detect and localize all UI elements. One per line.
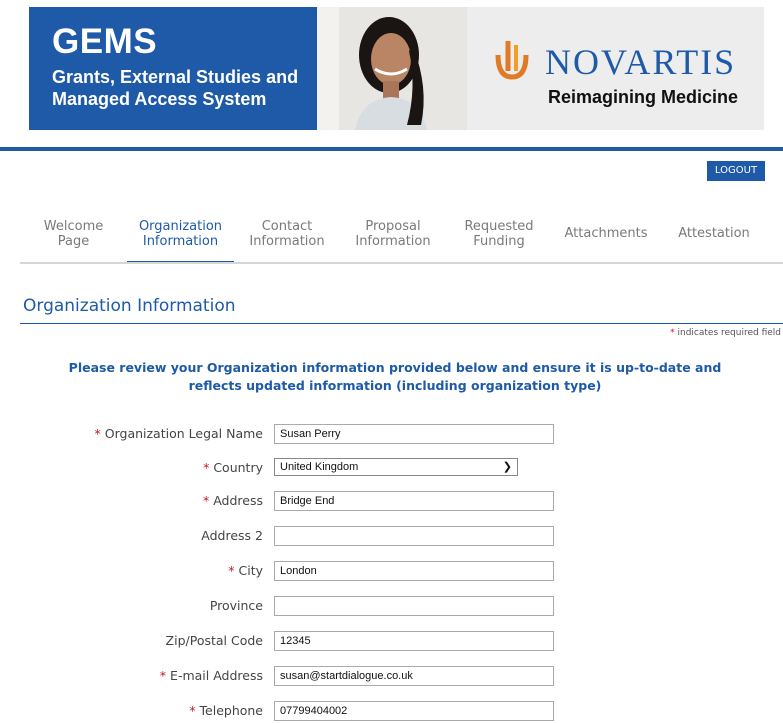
label-text: Telephone [199,703,263,718]
tab-welcome-page[interactable]: Welcome Page [20,205,127,262]
label-text: Country [213,460,263,475]
required-star: * [202,493,210,508]
required-note-text: indicates required field [677,328,782,338]
section-title: Organization Information [23,296,236,316]
brand-name: NOVARTIS [545,42,737,82]
tab-label: Attachments [564,226,648,241]
required-star: * [203,460,210,475]
province-label: Province [209,598,263,613]
zip-input[interactable]: 12345 [274,631,554,651]
novartis-logo-icon [495,41,529,80]
tab-attestation[interactable]: Attestation [660,205,768,262]
tab-label: Contact Information [249,218,325,249]
section-divider [20,323,783,324]
logout-button[interactable]: LOGOUT [707,161,765,181]
tab-label: Proposal Information [355,218,431,249]
form-row-telephone: * Telephone 07799404002 [0,701,783,723]
form-row-address: * Address Bridge End [0,491,783,513]
org-legal-name-input[interactable]: Susan Perry [274,424,554,444]
required-star: * [94,426,101,441]
country-label: * Country [203,460,263,475]
label-text: Address [213,493,263,508]
required-star: * [228,563,235,578]
gems-title: GEMS [52,22,158,61]
telephone-label: * Telephone [189,703,263,718]
address-input[interactable]: Bridge End [274,491,554,511]
zip-label: Zip/Postal Code [165,633,263,648]
label-text: City [238,563,264,578]
brand-tagline: Reimagining Medicine [548,87,739,107]
province-input[interactable] [274,596,554,616]
required-star: * [670,328,675,338]
address-label: * Address [203,493,263,508]
country-select[interactable]: United Kingdom ❯ [274,458,518,476]
tab-label: Attestation [678,226,750,241]
tab-proposal-information[interactable]: Proposal Information [340,205,446,262]
tab-contact-information[interactable]: Contact Information [234,205,340,262]
form-row-province: Province [0,596,783,618]
form-row-email: * E-mail Address susan@startdialogue.co.u… [0,666,783,688]
tab-requested-funding[interactable]: Requested Funding [446,205,552,262]
email-input[interactable]: susan@startdialogue.co.uk [274,666,554,686]
banner-photo [317,7,467,130]
tab-attachments[interactable]: Attachments [552,205,660,262]
form-row-city: * City London [0,561,783,583]
review-notice: Please review your Organization informat… [68,360,722,393]
tabs-divider [20,262,783,264]
telephone-input[interactable]: 07799404002 [274,701,554,721]
required-field-note: * indicates required field [670,328,781,338]
gems-subtitle: Grants, External Studies and Managed Acc… [52,67,299,109]
org-legal-name-label: * Organization Legal Name [95,426,264,441]
wizard-tabs: Welcome Page Organization Information Co… [20,205,783,265]
required-star: * [189,703,196,718]
tab-label: Welcome Page [43,218,104,249]
tab-organization-information[interactable]: Organization Information [127,205,234,264]
form-row-address2: Address 2 [0,526,783,548]
chevron-down-icon: ❯ [502,461,512,473]
city-input[interactable]: London [274,561,554,581]
tab-label: Organization Information [138,218,223,249]
email-label: * E-mail Address [160,668,263,683]
label-text: E-mail Address [170,668,263,683]
tab-label: Requested Funding [464,218,534,249]
header-banner: GEMS Grants, External Studies and Manage… [29,7,764,130]
header-divider [0,147,783,151]
required-star: * [159,668,167,683]
country-selected-value: United Kingdom [280,461,359,473]
form-row-zip: Zip/Postal Code 12345 [0,631,783,653]
form-row-country: * Country United Kingdom ❯ [0,458,783,480]
label-text: Organization Legal Name [104,426,263,441]
address2-label: Address 2 [201,528,263,543]
form-row-org-legal-name: * Organization Legal Name Susan Perry [0,424,783,446]
gems-logo-panel: GEMS Grants, External Studies and Manage… [29,7,317,130]
address2-input[interactable] [274,526,554,546]
city-label: * City [228,563,263,578]
